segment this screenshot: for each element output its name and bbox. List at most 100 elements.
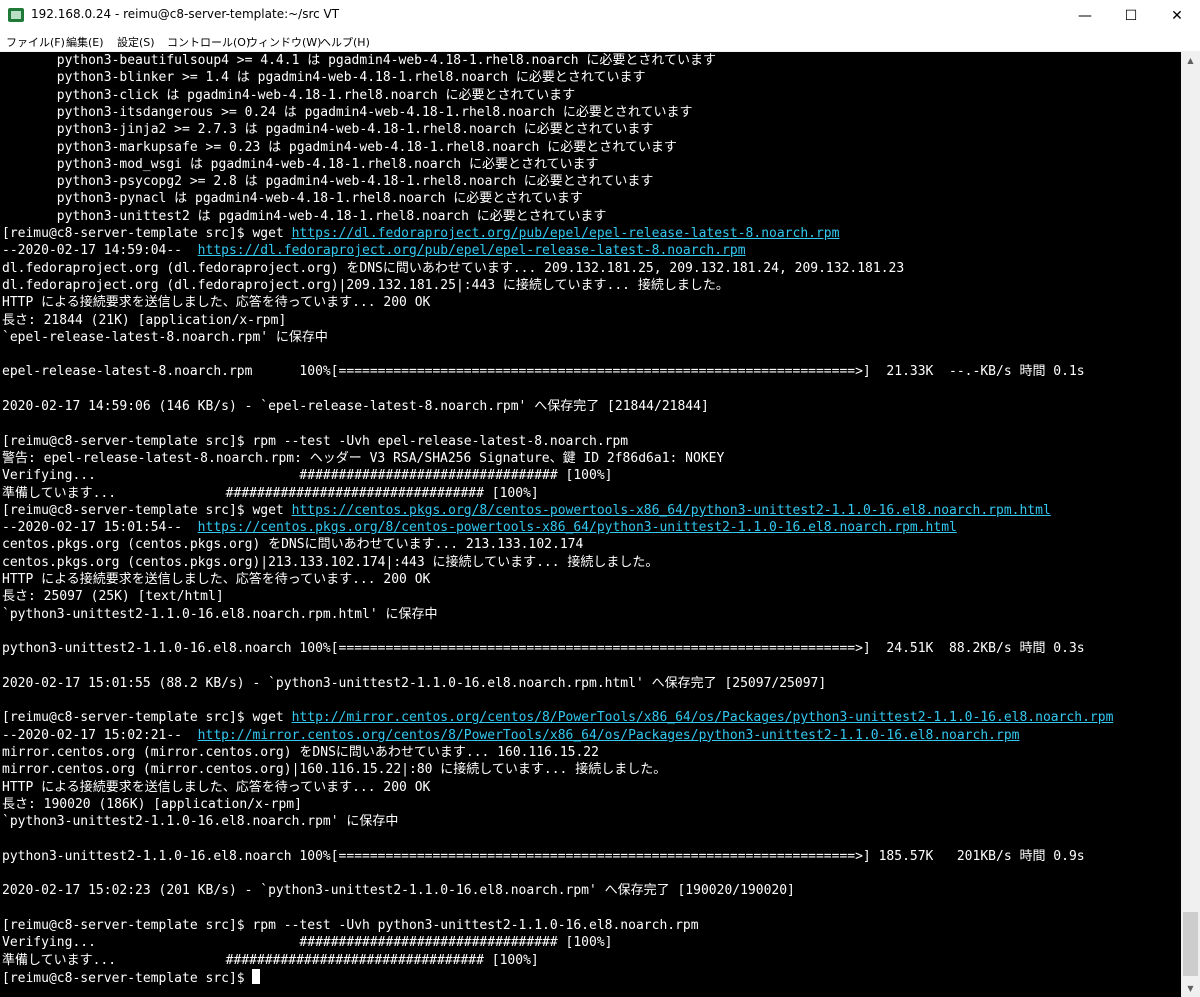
terminal-line: [reimu@c8-server-template src]$ rpm --te… xyxy=(2,917,699,934)
terminal-line-text: HTTP による接続要求を送信しました、応答を待っています... 200 OK xyxy=(2,572,431,587)
teraterm-app-icon[interactable] xyxy=(8,8,24,22)
terminal-line: 長さ: 21844 (21K) [application/x-rpm] xyxy=(2,312,286,329)
terminal-line-text: python3-unittest2-1.1.0-16.el8.noarch 10… xyxy=(2,641,1085,657)
terminal-line-text: [reimu@c8-server-template src]$ wget xyxy=(2,502,292,518)
terminal-line-text: python3-click は pgadmin4-web-4.18-1.rhel… xyxy=(2,87,576,103)
terminal-line: Verifying... ###########################… xyxy=(2,934,612,951)
terminal-line-text: python3-beautifulsoup4 >= 4.4.1 は pgadmi… xyxy=(2,53,716,68)
menu-control[interactable]: コントロール(O) xyxy=(167,34,250,50)
terminal-url-link[interactable]: http://mirror.centos.org/centos/8/PowerT… xyxy=(292,710,1114,725)
terminal-line: python3-jinja2 >= 2.7.3 は pgadmin4-web-4… xyxy=(2,121,654,138)
terminal-line: python3-beautifulsoup4 >= 4.4.1 は pgadmi… xyxy=(2,52,716,69)
terminal-line: 準備しています... #############################… xyxy=(2,485,539,502)
terminal-line-text: dl.fedoraproject.org (dl.fedoraproject.o… xyxy=(2,277,729,293)
terminal-line: epel-release-latest-8.noarch.rpm 100%[==… xyxy=(2,363,1085,380)
terminal-line-text: Verifying... ###########################… xyxy=(2,935,613,951)
terminal-line: `python3-unittest2-1.1.0-16.el8.noarch.r… xyxy=(2,813,398,830)
minimize-icon: — xyxy=(1078,7,1092,24)
terminal-line-text: [reimu@c8-server-template src]$ rpm --te… xyxy=(2,918,699,933)
terminal-line: `python3-unittest2-1.1.0-16.el8.noarch.r… xyxy=(2,606,438,623)
terminal-line-text: `epel-release-latest-8.noarch.rpm' に保存中 xyxy=(2,329,328,345)
terminal-line: `epel-release-latest-8.noarch.rpm' に保存中 xyxy=(2,329,328,346)
terminal-line-text: python3-pynacl は pgadmin4-web-4.18-1.rhe… xyxy=(2,191,583,207)
terminal-line: --2020-02-17 15:01:54-- https://centos.p… xyxy=(2,519,957,536)
terminal-line: 2020-02-17 15:02:23 (201 KB/s) - `python… xyxy=(2,882,795,899)
menu-window[interactable]: ウィンドウ(W) xyxy=(247,34,321,50)
terminal-line-text: 準備しています... #############################… xyxy=(2,485,539,501)
terminal-line: --2020-02-17 14:59:04-- https://dl.fedor… xyxy=(2,242,746,259)
terminal-line-text: 準備しています... #############################… xyxy=(2,952,539,968)
vertical-scrollbar[interactable]: ▲ ▼ xyxy=(1181,52,1200,997)
terminal-line-text: mirror.centos.org (mirror.centos.org)|16… xyxy=(2,762,667,778)
terminal-line: python3-psycopg2 >= 2.8 は pgadmin4-web-4… xyxy=(2,173,654,190)
terminal-url-link[interactable]: https://dl.fedoraproject.org/pub/epel/ep… xyxy=(292,226,840,241)
terminal-line: centos.pkgs.org (centos.pkgs.org) をDNSに問… xyxy=(2,536,583,553)
terminal-output[interactable]: python3-beautifulsoup4 >= 4.4.1 は pgadmi… xyxy=(0,52,1181,997)
terminal-line-text: python3-psycopg2 >= 2.8 は pgadmin4-web-4… xyxy=(2,174,654,190)
terminal-line-text: [reimu@c8-server-template src]$ rpm --te… xyxy=(2,433,629,449)
menu-help[interactable]: ヘルプ(H) xyxy=(320,34,370,50)
terminal-line-text: python3-jinja2 >= 2.7.3 は pgadmin4-web-4… xyxy=(2,122,654,138)
terminal-line: python3-itsdangerous >= 0.24 は pgadmin4-… xyxy=(2,104,693,121)
terminal-line-text: mirror.centos.org (mirror.centos.org) をD… xyxy=(2,745,599,760)
terminal-line-text: dl.fedoraproject.org (dl.fedoraproject.o… xyxy=(2,260,905,276)
terminal-line-text: python3-itsdangerous >= 0.24 は pgadmin4-… xyxy=(2,104,693,120)
terminal-line: python3-unittest2-1.1.0-16.el8.noarch 10… xyxy=(2,848,1085,865)
terminal-url-link[interactable]: https://dl.fedoraproject.org/pub/epel/ep… xyxy=(198,243,746,258)
maximize-button[interactable]: ☐ xyxy=(1108,0,1154,31)
terminal-line: [reimu@c8-server-template src]$ wget htt… xyxy=(2,502,1051,519)
terminal-line-text: --2020-02-17 14:59:04-- xyxy=(2,243,198,259)
menu-edit[interactable]: 編集(E) xyxy=(66,34,104,50)
terminal-line: python3-unittest2-1.1.0-16.el8.noarch 10… xyxy=(2,640,1085,657)
scroll-down-icon[interactable]: ▼ xyxy=(1181,980,1200,997)
terminal-line: HTTP による接続要求を送信しました、応答を待っています... 200 OK xyxy=(2,571,430,588)
terminal-line-text: centos.pkgs.org (centos.pkgs.org)|213.13… xyxy=(2,554,659,570)
terminal-line-text: [reimu@c8-server-template src]$ wget xyxy=(2,710,292,726)
title-bar[interactable]: 192.168.0.24 - reimu@c8-server-template:… xyxy=(0,0,1200,31)
terminal-window: 192.168.0.24 - reimu@c8-server-template:… xyxy=(0,0,1200,997)
minimize-button[interactable]: — xyxy=(1062,0,1108,31)
terminal-line: dl.fedoraproject.org (dl.fedoraproject.o… xyxy=(2,277,729,294)
terminal-line: Verifying... ###########################… xyxy=(2,467,612,484)
scroll-thumb[interactable] xyxy=(1183,912,1198,976)
terminal-line: 長さ: 25097 (25K) [text/html] xyxy=(2,588,224,605)
terminal-line: python3-markupsafe >= 0.23 は pgadmin4-we… xyxy=(2,139,677,156)
terminal-line: mirror.centos.org (mirror.centos.org) をD… xyxy=(2,744,599,761)
terminal-line: python3-unittest2 は pgadmin4-web-4.18-1.… xyxy=(2,208,607,225)
terminal-line: python3-pynacl は pgadmin4-web-4.18-1.rhe… xyxy=(2,190,583,207)
terminal-line-text: --2020-02-17 15:01:54-- xyxy=(2,520,198,536)
terminal-line-text: --2020-02-17 15:02:21-- xyxy=(2,727,198,743)
terminal-line-text: python3-blinker >= 1.4 は pgadmin4-web-4.… xyxy=(2,70,646,86)
terminal-line: HTTP による接続要求を送信しました、応答を待っています... 200 OK xyxy=(2,779,430,796)
terminal-line: python3-mod_wsgi は pgadmin4-web-4.18-1.r… xyxy=(2,156,599,173)
terminal-line: [reimu@c8-server-template src]$ rpm --te… xyxy=(2,433,628,450)
terminal-line-text: 警告: epel-release-latest-8.noarch.rpm: ヘッ… xyxy=(2,450,725,466)
terminal-line-text: [reimu@c8-server-template src]$ wget xyxy=(2,226,292,241)
terminal-line: python3-click は pgadmin4-web-4.18-1.rhel… xyxy=(2,87,575,104)
terminal-line-text: 2020-02-17 14:59:06 (146 KB/s) - `epel-r… xyxy=(2,399,709,414)
terminal-line: python3-blinker >= 1.4 は pgadmin4-web-4.… xyxy=(2,69,646,86)
scroll-up-icon[interactable]: ▲ xyxy=(1181,52,1200,69)
terminal-line: [reimu@c8-server-template src]$ wget htt… xyxy=(2,709,1113,726)
terminal-url-link[interactable]: http://mirror.centos.org/centos/8/PowerT… xyxy=(198,728,1020,743)
terminal-line-text: HTTP による接続要求を送信しました、応答を待っています... 200 OK xyxy=(2,295,431,311)
menu-file[interactable]: ファイル(F) xyxy=(6,34,65,50)
terminal-line: HTTP による接続要求を送信しました、応答を待っています... 200 OK xyxy=(2,294,430,311)
menu-settings[interactable]: 設定(S) xyxy=(117,34,155,50)
terminal-line-text: 長さ: 25097 (25K) [text/html] xyxy=(2,589,224,605)
terminal-line: 準備しています... #############################… xyxy=(2,952,539,969)
terminal-line-text: 2020-02-17 15:01:55 (88.2 KB/s) - `pytho… xyxy=(2,675,827,691)
terminal-line-text: `python3-unittest2-1.1.0-16.el8.noarch.r… xyxy=(2,814,399,830)
terminal-url-link[interactable]: https://centos.pkgs.org/8/centos-powerto… xyxy=(292,503,1051,518)
terminal-url-link[interactable]: https://centos.pkgs.org/8/centos-powerto… xyxy=(198,520,957,535)
terminal-line: 警告: epel-release-latest-8.noarch.rpm: ヘッ… xyxy=(2,450,724,467)
text-cursor xyxy=(252,968,261,984)
terminal-line-text: python3-unittest2 は pgadmin4-web-4.18-1.… xyxy=(2,208,607,224)
menu-bar: ファイル(F) 編集(E) 設定(S) コントロール(O) ウィンドウ(W) ヘ… xyxy=(0,31,1200,52)
terminal-line-text: 2020-02-17 15:02:23 (201 KB/s) - `python… xyxy=(2,883,795,899)
close-button[interactable]: ✕ xyxy=(1154,0,1200,31)
terminal-line-text: HTTP による接続要求を送信しました、応答を待っています... 200 OK xyxy=(2,779,431,795)
maximize-icon: ☐ xyxy=(1124,7,1138,24)
terminal-line: --2020-02-17 15:02:21-- http://mirror.ce… xyxy=(2,727,1019,744)
terminal-line-text: python3-mod_wsgi は pgadmin4-web-4.18-1.r… xyxy=(2,156,599,172)
